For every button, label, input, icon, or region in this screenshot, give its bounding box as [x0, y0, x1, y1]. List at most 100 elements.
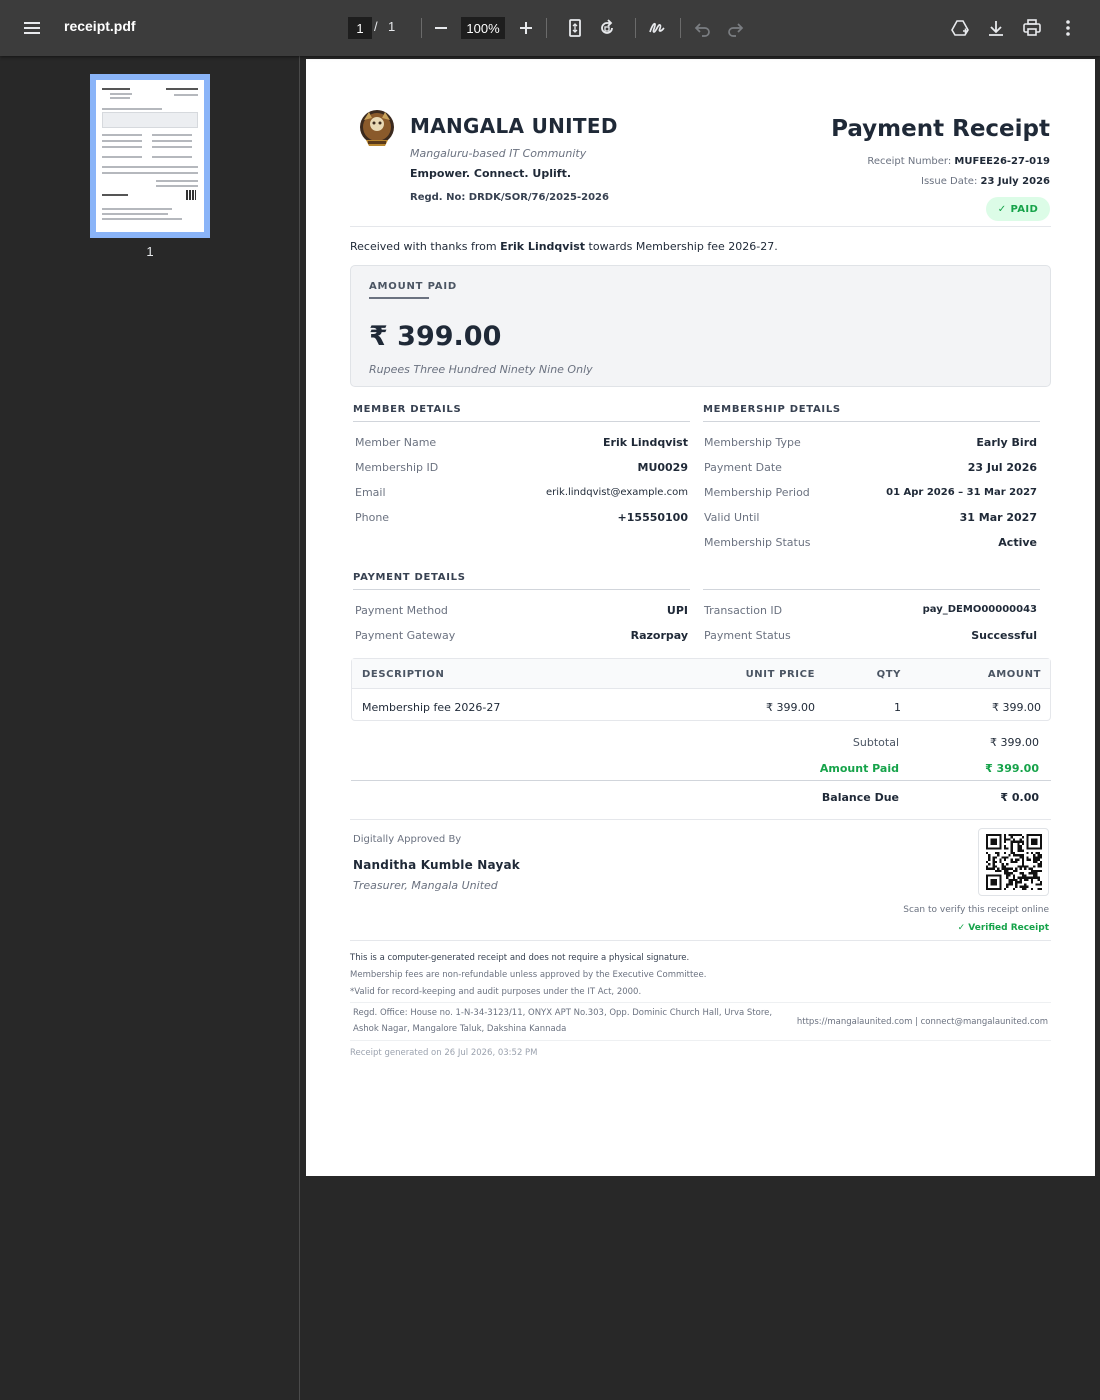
item-description: Membership fee 2026-27: [362, 701, 501, 714]
verified-receipt-label: ✓ Verified Receipt: [957, 923, 1049, 933]
transaction-id-label: Transaction ID: [704, 604, 783, 617]
zoom-input[interactable]: 100%: [461, 17, 505, 39]
qty-header: QTY: [876, 669, 901, 680]
section-underline: [703, 589, 1040, 590]
paid-status-badge: ✓ PAID: [986, 197, 1050, 221]
verification-qr-code[interactable]: [978, 828, 1049, 896]
balance-due-value: ₹ 0.00: [1000, 791, 1039, 804]
approver-name: Nanditha Kumble Nayak: [353, 858, 520, 872]
member-name-value: Erik Lindqvist: [603, 436, 688, 449]
receipt-title: Payment Receipt: [831, 116, 1050, 142]
membership-details-heading: MEMBERSHIP DETAILS: [703, 404, 841, 415]
receipt-number: Receipt Number: MUFEE26-27-019: [867, 156, 1050, 167]
organization-tagline: Mangaluru-based IT Community: [410, 147, 587, 160]
amount-paid-value: ₹ 399.00: [369, 321, 502, 352]
page-number-input[interactable]: 1: [348, 17, 372, 39]
thumbnail-sidebar: 1: [0, 56, 300, 1400]
membership-type-value: Early Bird: [976, 436, 1037, 449]
toolbar-divider: [635, 18, 636, 38]
amount-label-underline: [369, 297, 429, 299]
footer-note: This is a computer-generated receipt and…: [350, 953, 690, 963]
page-thumbnail[interactable]: [90, 74, 210, 238]
item-amount: ₹ 399.00: [992, 701, 1041, 714]
totals-divider: [351, 780, 1051, 781]
divider: [350, 1040, 1051, 1041]
received-prefix: Received with thanks from: [350, 240, 501, 253]
redo-icon[interactable]: [719, 12, 751, 44]
file-name: receipt.pdf: [64, 18, 136, 34]
amount-paid-total-value: ₹ 399.00: [985, 762, 1039, 775]
membership-id-value: MU0029: [637, 461, 689, 474]
subtotal-value: ₹ 399.00: [990, 736, 1039, 749]
undo-icon[interactable]: [687, 12, 719, 44]
organization-name: MANGALA UNITED: [410, 114, 618, 138]
payment-date-label: Payment Date: [704, 461, 782, 474]
payment-gateway-label: Payment Gateway: [355, 629, 456, 642]
rotate-icon[interactable]: [591, 12, 623, 44]
section-underline: [353, 589, 690, 590]
page-separator: /: [374, 19, 378, 34]
download-icon[interactable]: [980, 12, 1012, 44]
payment-status-value: Successful: [971, 629, 1037, 642]
pdf-page: MANGALA UNITED Mangaluru-based IT Commun…: [306, 59, 1095, 1176]
payment-method-value: UPI: [666, 604, 688, 617]
footer-note: *Valid for record-keeping and audit purp…: [350, 987, 642, 997]
section-underline: [353, 421, 690, 422]
receipt-number-label: Receipt Number:: [867, 156, 955, 167]
divider: [350, 1002, 1051, 1003]
page-total: 1: [388, 19, 396, 34]
toolbar-divider: [421, 18, 422, 38]
member-name-label: Member Name: [355, 436, 437, 449]
amount-header: AMOUNT: [987, 669, 1041, 680]
organization-logo: [358, 106, 396, 152]
member-details-heading: MEMBER DETAILS: [353, 404, 462, 415]
payment-status-label: Payment Status: [704, 629, 791, 642]
valid-until-value: 31 Mar 2027: [959, 511, 1037, 524]
generated-timestamp: Receipt generated on 26 Jul 2026, 03:52 …: [350, 1048, 538, 1058]
footer-note: Membership fees are non-refundable unles…: [350, 970, 707, 980]
transaction-id-value: pay_DEMO00000043: [922, 604, 1037, 615]
item-unit-price: ₹ 399.00: [766, 701, 815, 714]
divider: [350, 940, 1051, 941]
menu-icon[interactable]: [16, 12, 48, 44]
organization-slogan: Empower. Connect. Uplift.: [410, 167, 572, 180]
pdf-toolbar: receipt.pdf 1 / 1 100%: [0, 0, 1100, 56]
fit-page-icon[interactable]: [559, 12, 591, 44]
annotate-icon[interactable]: [641, 12, 673, 44]
amount-paid-total-label: Amount Paid: [819, 762, 899, 775]
payment-date-value: 23 Jul 2026: [967, 461, 1037, 474]
issue-date-label: Issue Date:: [921, 176, 981, 187]
membership-id-label: Membership ID: [355, 461, 439, 474]
registered-office-line2: Ashok Nagar, Mangalore Taluk, Dakshina K…: [353, 1024, 567, 1034]
registration-number: Regd. No: DRDK/SOR/76/2025-2026: [410, 192, 609, 203]
thumbnail-preview: [96, 80, 204, 232]
zoom-out-icon[interactable]: [425, 12, 457, 44]
amount-in-words: Rupees Three Hundred Ninety Nine Only: [369, 363, 593, 376]
membership-type-label: Membership Type: [704, 436, 801, 449]
qr-caption: Scan to verify this receipt online: [903, 905, 1049, 915]
print-icon[interactable]: [1016, 12, 1048, 44]
thumbnail-page-number: 1: [146, 244, 154, 259]
more-icon[interactable]: [1052, 12, 1084, 44]
received-payer-name: Erik Lindqvist: [500, 240, 586, 253]
issue-date: Issue Date: 23 July 2026: [921, 176, 1050, 187]
zoom-in-icon[interactable]: [510, 12, 542, 44]
phone-label: Phone: [355, 511, 390, 524]
membership-period-value: 01 Apr 2026 – 31 Mar 2027: [886, 487, 1037, 498]
approval-label: Digitally Approved By: [353, 834, 462, 845]
phone-value: +15550100: [617, 511, 688, 524]
drive-icon[interactable]: [944, 12, 976, 44]
contact-info: https://mangalaunited.com | connect@mang…: [796, 1017, 1048, 1027]
unit-price-header: UNIT PRICE: [745, 669, 815, 680]
membership-status-value: Active: [998, 536, 1037, 549]
amount-paid-box: AMOUNT PAID ₹ 399.00 Rupees Three Hundre…: [350, 265, 1051, 387]
approver-title: Treasurer, Mangala United: [353, 879, 498, 892]
payment-method-label: Payment Method: [355, 604, 448, 617]
subtotal-label: Subtotal: [852, 736, 899, 749]
issue-date-value: 23 July 2026: [980, 176, 1051, 187]
membership-status-label: Membership Status: [704, 536, 811, 549]
divider: [350, 819, 1051, 820]
item-qty: 1: [894, 701, 901, 714]
email-label: Email: [355, 486, 386, 499]
balance-due-label: Balance Due: [821, 791, 899, 804]
